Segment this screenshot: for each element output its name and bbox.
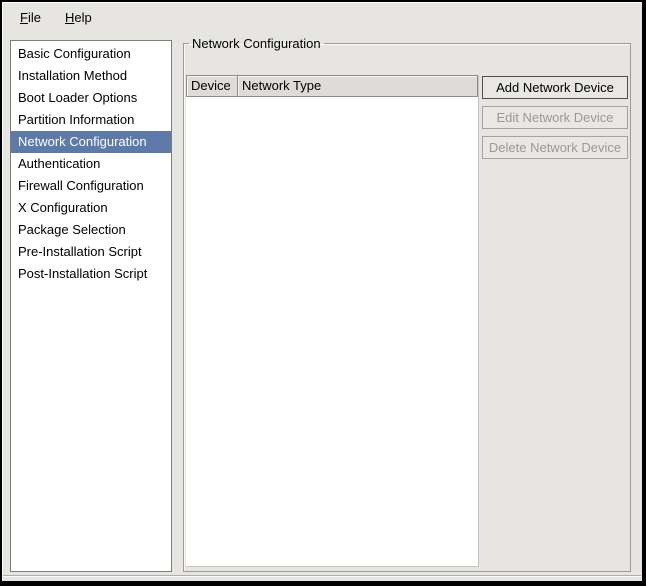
menu-file-label: ile xyxy=(28,10,41,25)
menu-help-label: elp xyxy=(74,10,91,25)
delete-network-device-button[interactable]: Delete Network Device xyxy=(482,136,628,159)
sidebar-item-partition-information[interactable]: Partition Information xyxy=(11,109,171,131)
sidebar-item-firewall-configuration[interactable]: Firewall Configuration xyxy=(11,175,171,197)
edit-network-device-button[interactable]: Edit Network Device xyxy=(482,106,628,129)
table-header-row: Device Network Type xyxy=(186,75,478,97)
device-action-buttons: Add Network Device Edit Network Device D… xyxy=(482,76,628,159)
menu-file[interactable]: File xyxy=(8,5,53,30)
menubar: File Help xyxy=(2,2,642,32)
menu-help-accel: H xyxy=(65,10,74,25)
sidebar-item-installation-method[interactable]: Installation Method xyxy=(11,65,171,87)
add-network-device-button[interactable]: Add Network Device xyxy=(482,76,628,99)
sidebar-item-pre-installation-script[interactable]: Pre-Installation Script xyxy=(11,241,171,263)
column-header-device[interactable]: Device xyxy=(186,75,238,97)
bottom-groove-line xyxy=(3,575,641,577)
network-device-table: Device Network Type xyxy=(186,75,479,567)
menu-help[interactable]: Help xyxy=(53,5,104,30)
sidebar-item-authentication[interactable]: Authentication xyxy=(11,153,171,175)
sidebar-item-network-configuration[interactable]: Network Configuration xyxy=(11,131,171,153)
section-list: Basic ConfigurationInstallation MethodBo… xyxy=(10,40,172,572)
sidebar-item-post-installation-script[interactable]: Post-Installation Script xyxy=(11,263,171,285)
window-content: File Help Basic ConfigurationInstallatio… xyxy=(2,2,642,581)
menu-file-accel: F xyxy=(20,10,28,25)
sidebar-item-x-configuration[interactable]: X Configuration xyxy=(11,197,171,219)
frame-title: Network Configuration xyxy=(189,36,324,51)
network-configuration-frame: Network Configuration Device Network Typ… xyxy=(183,36,631,572)
sidebar-item-basic-configuration[interactable]: Basic Configuration xyxy=(11,43,171,65)
sidebar-item-boot-loader-options[interactable]: Boot Loader Options xyxy=(11,87,171,109)
column-header-network-type[interactable]: Network Type xyxy=(237,75,478,97)
application-window: File Help Basic ConfigurationInstallatio… xyxy=(0,0,646,586)
table-body-empty xyxy=(186,97,478,566)
sidebar-item-package-selection[interactable]: Package Selection xyxy=(11,219,171,241)
